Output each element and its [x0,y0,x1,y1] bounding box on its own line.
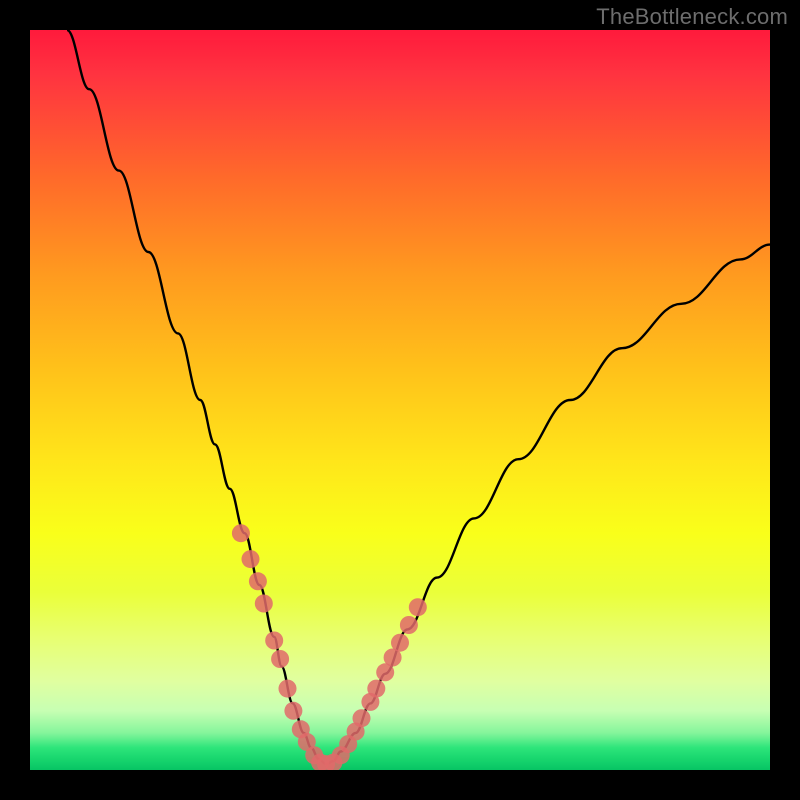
watermark-text: TheBottleneck.com [596,4,788,30]
plot-area [30,30,770,770]
highlight-dots [232,524,427,770]
highlight-dot [279,680,297,698]
highlight-dot [353,709,371,727]
highlight-dot [255,595,273,613]
chart-frame: TheBottleneck.com [0,0,800,800]
highlight-dot [400,616,418,634]
highlight-dot [367,680,385,698]
highlight-dot [232,524,250,542]
main-curve [67,30,770,764]
main-curve-path [67,30,770,764]
highlight-dot [391,634,409,652]
highlight-dot [242,550,260,568]
highlight-dot [265,632,283,650]
highlight-dot [284,702,302,720]
highlight-dot [409,598,427,616]
highlight-dot [249,572,267,590]
highlight-dot [271,650,289,668]
curve-layer [30,30,770,770]
